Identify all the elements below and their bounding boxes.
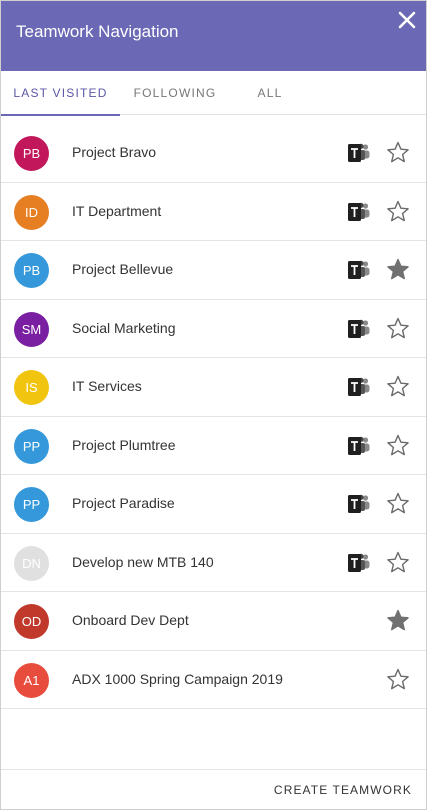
panel-header: Teamwork Navigation — [1, 1, 426, 71]
list-item[interactable]: SM Social Marketing — [1, 300, 426, 358]
list-item-name[interactable]: Project Bellevue — [72, 241, 173, 298]
list-item[interactable]: PB Project Bellevue — [1, 241, 426, 300]
star-outline-icon[interactable] — [385, 433, 411, 459]
list-item[interactable]: PB Project Bravo — [1, 124, 426, 183]
avatar: OD — [14, 604, 49, 639]
avatar: ID — [14, 194, 49, 230]
close-icon[interactable] — [394, 7, 420, 33]
teams-icon[interactable] — [347, 142, 371, 164]
tab-all[interactable]: ALL — [230, 71, 310, 115]
star-outline-icon[interactable] — [385, 667, 411, 693]
list-item-name[interactable]: Project Paradise — [72, 475, 175, 532]
teams-icon[interactable] — [347, 552, 371, 574]
teams-icon[interactable] — [347, 493, 371, 515]
teams-icon[interactable] — [347, 259, 371, 281]
list-item[interactable]: PP Project Plumtree — [1, 417, 426, 475]
create-teamwork-button[interactable]: CREATE TEAMWORK — [274, 783, 412, 797]
teams-icon[interactable] — [347, 318, 371, 340]
tab-bar: LAST VISITED FOLLOWING ALL — [1, 71, 426, 116]
avatar: PB — [14, 136, 49, 171]
teamwork-navigation-panel: Teamwork Navigation LAST VISITED FOLLOWI… — [0, 0, 427, 810]
avatar: IS — [14, 370, 49, 405]
avatar: SM — [14, 311, 49, 347]
list-item-name[interactable]: Onboard Dev Dept — [72, 592, 189, 649]
tab-last-visited[interactable]: LAST VISITED — [1, 71, 120, 116]
star-outline-icon[interactable] — [385, 550, 411, 576]
teams-icon[interactable] — [347, 376, 371, 398]
list-item-name[interactable]: IT Services — [72, 358, 142, 415]
avatar: PB — [14, 253, 49, 288]
list-item[interactable]: IS IT Services — [1, 358, 426, 417]
avatar: DN — [14, 545, 49, 581]
star-outline-icon[interactable] — [385, 316, 411, 342]
list-item-name[interactable]: Develop new MTB 140 — [72, 534, 214, 591]
star-outline-icon[interactable] — [385, 491, 411, 517]
list-item[interactable]: DN Develop new MTB 140 — [1, 534, 426, 592]
list-item[interactable]: A1 ADX 1000 Spring Campaign 2019 — [1, 651, 426, 709]
star-outline-icon[interactable] — [385, 140, 411, 166]
list-item-name[interactable]: Social Marketing — [72, 300, 176, 357]
tab-following[interactable]: FOLLOWING — [120, 71, 230, 115]
list-item-name[interactable]: ADX 1000 Spring Campaign 2019 — [72, 651, 283, 708]
avatar: PP — [14, 487, 49, 522]
teams-icon[interactable] — [347, 435, 371, 457]
star-filled-icon[interactable] — [385, 257, 411, 283]
footer-divider — [1, 769, 426, 770]
star-filled-icon[interactable] — [385, 608, 411, 634]
avatar: A1 — [14, 662, 49, 698]
teamwork-list: PB Project Bravo ID IT Department PB Project … — [1, 124, 426, 709]
avatar: PP — [14, 428, 49, 464]
list-item[interactable]: OD Onboard Dev Dept — [1, 592, 426, 651]
star-outline-icon[interactable] — [385, 199, 411, 225]
list-item[interactable]: PP Project Paradise — [1, 475, 426, 534]
list-item-name[interactable]: IT Department — [72, 183, 161, 240]
list-item-name[interactable]: Project Bravo — [72, 124, 156, 181]
list-item-name[interactable]: Project Plumtree — [72, 417, 175, 474]
list-item[interactable]: ID IT Department — [1, 183, 426, 241]
star-outline-icon[interactable] — [385, 374, 411, 400]
panel-title: Teamwork Navigation — [16, 22, 179, 41]
teams-icon[interactable] — [347, 201, 371, 223]
